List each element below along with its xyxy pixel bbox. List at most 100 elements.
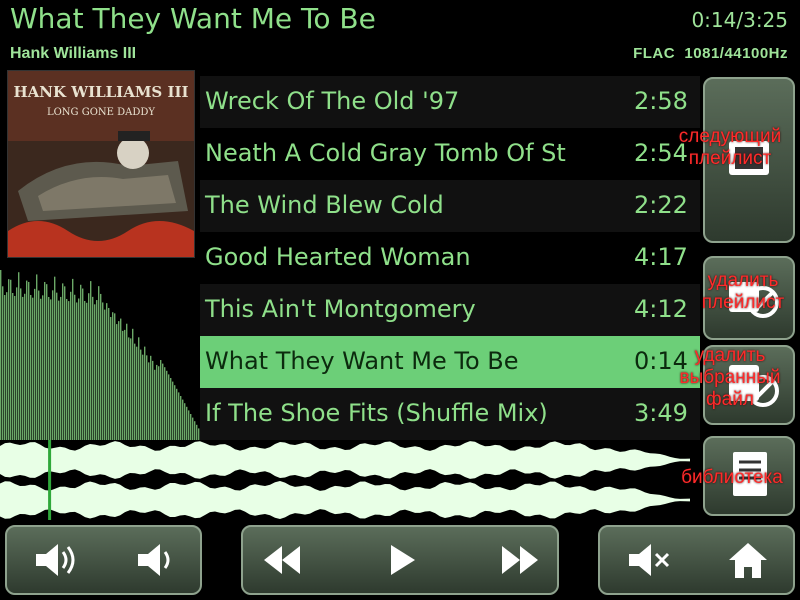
- transport-controls: [241, 525, 559, 595]
- spectrum-bar: [64, 286, 66, 440]
- spectrum-bar: [24, 293, 26, 440]
- spectrum-bar: [0, 270, 2, 440]
- track-row[interactable]: Neath A Cold Gray Tomb Of St 2:54: [200, 128, 700, 180]
- spectrum-bar: [38, 290, 40, 440]
- track-row[interactable]: Wreck Of The Old '97 2:58: [200, 76, 700, 128]
- spectrum-bar: [96, 300, 98, 440]
- spectrum-bar: [40, 298, 42, 440]
- now-playing-title: What They Want Me To Be: [10, 2, 376, 35]
- artist-name: Hank Williams III: [10, 45, 137, 62]
- spectrum-bar: [164, 367, 166, 440]
- fast-forward-icon: [502, 546, 538, 574]
- track-title: Good Hearted Woman: [205, 243, 471, 271]
- spectrum-bar: [92, 296, 94, 440]
- cover-text-album: LONG GONE DADDY: [47, 107, 155, 118]
- spectrum-bar: [36, 274, 38, 440]
- spectrum-bar: [158, 366, 160, 440]
- spectrum-bar: [152, 360, 154, 440]
- spectrum-bar: [34, 288, 36, 440]
- spectrum-bar: [102, 302, 104, 440]
- spectrum-bar: [192, 417, 194, 440]
- spectrum-bar: [26, 280, 28, 440]
- spectrum-bar: [12, 292, 14, 440]
- spectrum-bar: [32, 297, 34, 440]
- spectrum-bar: [172, 381, 174, 440]
- cover-text-artist: HANK WILLIAMS III: [13, 83, 188, 101]
- track-duration: 4:12: [634, 295, 688, 323]
- track-title: This Ain't Montgomery: [205, 295, 476, 323]
- spectrum-bar: [16, 287, 18, 440]
- track-title: The Wind Blew Cold: [205, 191, 444, 219]
- spectrum-bar: [162, 363, 164, 440]
- spectrum-bar: [160, 360, 162, 440]
- spectrum-bar: [88, 293, 90, 440]
- spectrum-bar: [98, 286, 100, 440]
- spectrum-bar: [90, 281, 92, 440]
- spectrum-bar: [100, 293, 102, 440]
- spectrum-bar: [148, 362, 150, 440]
- fast-forward-button[interactable]: [489, 535, 549, 585]
- spectrum-visualizer: [0, 270, 200, 440]
- home-button[interactable]: [718, 535, 778, 585]
- volume-up-button[interactable]: [27, 535, 87, 585]
- spectrum-bar: [174, 385, 176, 440]
- spectrum-bar: [62, 283, 64, 440]
- track-title: If The Shoe Fits (Shuffle Mix): [205, 399, 548, 427]
- spectrum-bar: [66, 298, 68, 440]
- spectrum-bar: [150, 355, 152, 440]
- spectrum-bar: [60, 296, 62, 440]
- spectrum-bar: [14, 295, 16, 440]
- spectrum-bar: [10, 279, 12, 440]
- volume-up-icon: [36, 544, 75, 576]
- spectrum-bar: [74, 294, 76, 440]
- spectrum-bar: [94, 304, 96, 440]
- track-row[interactable]: If The Shoe Fits (Shuffle Mix) 3:49: [200, 388, 700, 440]
- spectrum-bar: [134, 343, 136, 440]
- play-button[interactable]: [372, 535, 432, 585]
- spectrum-bar: [186, 406, 188, 440]
- spectrum-bar: [22, 296, 24, 440]
- spectrum-bar: [50, 299, 52, 440]
- track-duration: 2:58: [634, 87, 688, 115]
- spectrum-bar: [128, 337, 130, 440]
- spectrum-bar: [194, 421, 196, 440]
- spectrum-bar: [188, 410, 190, 440]
- mute-button[interactable]: [620, 535, 680, 585]
- waveform-seekbar[interactable]: [0, 440, 700, 520]
- spectrum-bar: [118, 321, 120, 440]
- spectrum-bar: [28, 281, 30, 440]
- spectrum-bar: [140, 349, 142, 440]
- spectrum-bar: [166, 370, 168, 440]
- delete-playlist-annotation: удалить плейлист: [701, 270, 785, 313]
- spectrum-bar: [58, 300, 60, 440]
- spectrum-bar: [190, 414, 192, 440]
- track-title: Wreck Of The Old '97: [205, 87, 460, 115]
- track-duration: 4:17: [634, 243, 688, 271]
- spectrum-bar: [108, 307, 110, 440]
- spectrum-bar: [52, 290, 54, 440]
- track-list[interactable]: Wreck Of The Old '97 2:58 Neath A Cold Gra…: [200, 76, 700, 440]
- spectrum-bar: [142, 354, 144, 440]
- track-row[interactable]: The Wind Blew Cold 2:22: [200, 180, 700, 232]
- next-playlist-annotation: следующий плейлист: [678, 126, 782, 169]
- spectrum-bar: [110, 316, 112, 440]
- spectrum-bar: [130, 338, 132, 440]
- spectrum-bar: [176, 388, 178, 440]
- track-title: Neath A Cold Gray Tomb Of St: [205, 139, 566, 167]
- track-row[interactable]: What They Want Me To Be 0:14: [200, 336, 700, 388]
- spectrum-bar: [116, 324, 118, 440]
- spectrum-bar: [68, 301, 70, 440]
- track-row[interactable]: This Ain't Montgomery 4:12: [200, 284, 700, 336]
- spectrum-bar: [168, 374, 170, 440]
- spectrum-bar: [4, 295, 6, 440]
- volume-down-button[interactable]: [125, 535, 185, 585]
- spectrum-bar: [122, 330, 124, 440]
- delete-file-annotation: удалить выбранный файл: [679, 345, 781, 410]
- spectrum-bar: [46, 284, 48, 440]
- audio-format: FLAC 1081/44100Hz: [633, 45, 788, 62]
- spectrum-bar: [112, 312, 114, 440]
- spectrum-bar: [54, 276, 56, 440]
- spectrum-bar: [120, 318, 122, 440]
- track-row[interactable]: Good Hearted Woman 4:17: [200, 232, 700, 284]
- rewind-button[interactable]: [253, 535, 313, 585]
